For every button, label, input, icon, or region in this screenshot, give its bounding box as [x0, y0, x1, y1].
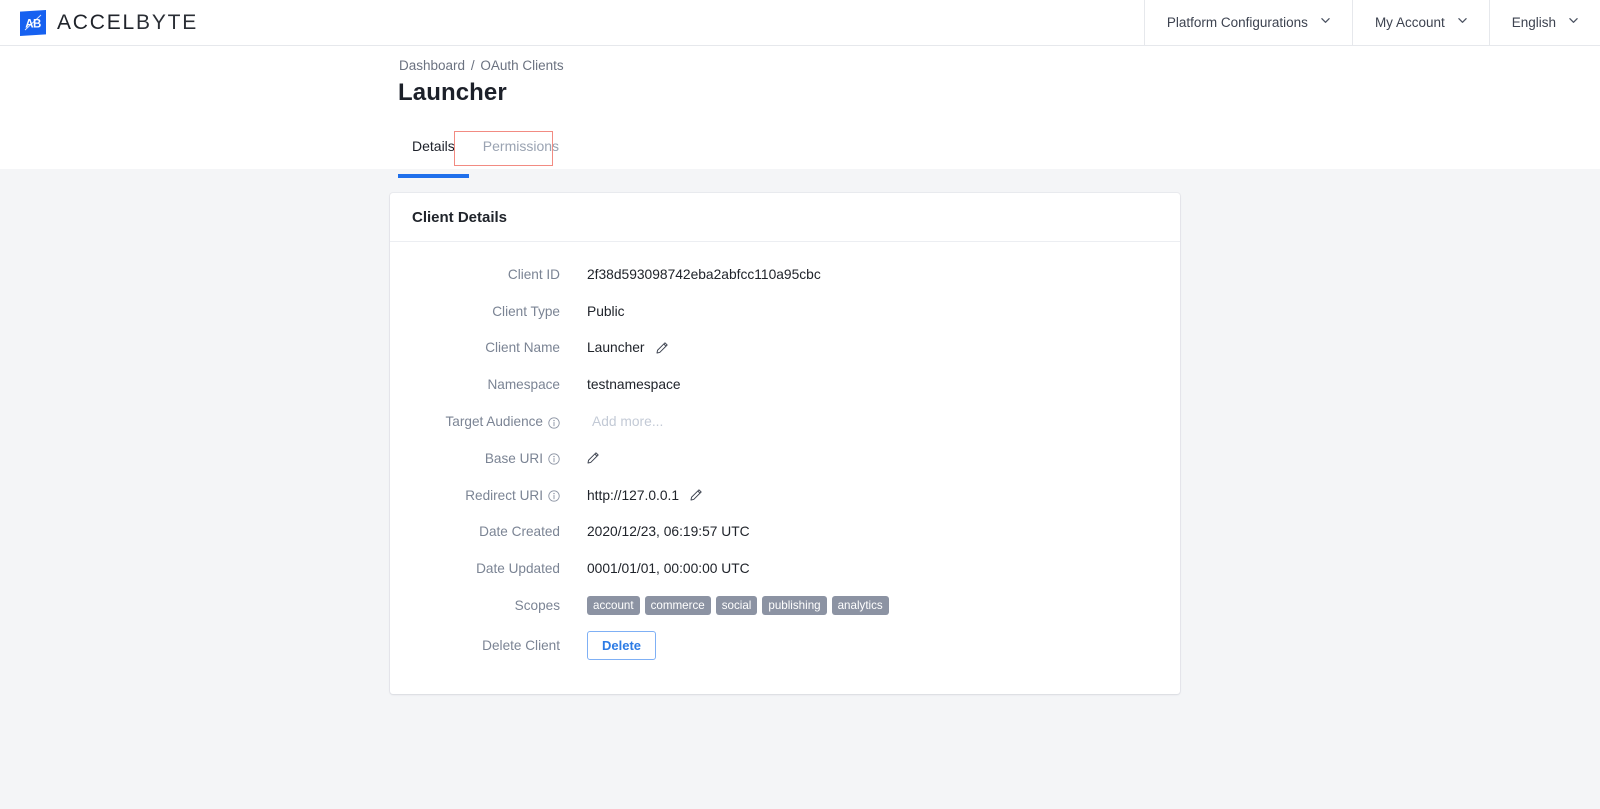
nav-item-my-account[interactable]: My Account [1351, 0, 1489, 46]
tab-details[interactable]: Details [398, 126, 469, 178]
field-value-redirect-uri: http://127.0.0.1 [570, 484, 1180, 506]
field-label: Date Updated [390, 561, 570, 576]
field-label: Base URI [390, 451, 570, 466]
delete-button[interactable]: Delete [587, 631, 657, 661]
table-row: Namespace testnamespace [390, 366, 1180, 403]
brand-name-light: BYTE [136, 10, 199, 34]
target-audience-placeholder: Add more... [592, 414, 664, 430]
scope-badge-list: account commerce social publishing analy… [587, 596, 889, 616]
table-row: Base URI [390, 440, 1180, 477]
field-label-text: Target Audience [445, 414, 544, 430]
client-details-fields: Client ID 2f38d593098742eba2abfcc110a95c… [390, 242, 1180, 694]
field-value-text: 2020/12/23, 06:19:57 UTC [587, 524, 750, 540]
field-label: Delete Client [390, 638, 570, 653]
nav-item-label: English [1511, 15, 1556, 30]
table-row: Delete Client Delete [390, 624, 1180, 668]
field-label-text: Scopes [514, 598, 560, 614]
info-icon[interactable] [548, 453, 560, 466]
table-row: Client ID 2f38d593098742eba2abfcc110a95c… [390, 256, 1180, 293]
field-value-scopes: account commerce social publishing analy… [570, 595, 1180, 617]
field-label: Date Created [390, 524, 570, 539]
page-header-band: Dashboard / OAuth Clients Launcher Detai… [0, 46, 1600, 178]
breadcrumb-item-dashboard[interactable]: Dashboard [399, 58, 465, 73]
field-label-text: Date Created [479, 524, 560, 540]
edit-pencil-icon[interactable] [586, 451, 600, 465]
field-value-base-uri [570, 447, 1180, 469]
field-label: Scopes [390, 598, 570, 613]
field-value-target-audience[interactable]: Add more... [570, 411, 1180, 433]
field-value-text: 0001/01/01, 00:00:00 UTC [587, 561, 750, 577]
accelbyte-logo-icon: AB [20, 9, 46, 36]
table-row: Target Audience Add more... [390, 403, 1180, 440]
tab-label: Details [412, 138, 455, 154]
field-label-text: Client ID [507, 266, 560, 282]
field-label: Namespace [390, 377, 570, 392]
nav-item-platform-configurations[interactable]: Platform Configurations [1143, 0, 1352, 46]
table-row: Date Updated 0001/01/01, 00:00:00 UTC [390, 550, 1180, 587]
field-value-client-id: 2f38d593098742eba2abfcc110a95cbc [570, 263, 1180, 285]
status-badge: commerce [644, 596, 711, 616]
chevron-down-icon [1569, 16, 1578, 25]
breadcrumb-separator: / [470, 58, 475, 73]
field-label-text: Base URI [484, 450, 543, 466]
table-row: Redirect URI http://127.0.0.1 [390, 477, 1180, 514]
status-badge: analytics [831, 596, 889, 616]
table-row: Client Type Public [390, 293, 1180, 330]
field-label-text: Delete Client [482, 638, 560, 654]
field-label: Target Audience [390, 414, 570, 429]
svg-text:AB: AB [25, 18, 41, 30]
tab-label: Permissions [482, 138, 560, 154]
field-value-text: Launcher [587, 340, 645, 356]
field-value-text: testnamespace [587, 377, 681, 393]
field-label: Client ID [390, 267, 570, 282]
field-label-text: Client Name [485, 340, 560, 356]
field-label: Redirect URI [390, 488, 570, 503]
nav-item-label: My Account [1374, 15, 1445, 30]
nav-item-language[interactable]: English [1488, 0, 1600, 46]
field-value-client-name: Launcher [570, 337, 1180, 359]
field-label-text: Date Updated [476, 561, 560, 577]
chevron-down-icon [1321, 16, 1330, 25]
table-row: Client Name Launcher [390, 330, 1180, 367]
field-value-text: Public [587, 303, 625, 319]
field-value-date-created: 2020/12/23, 06:19:57 UTC [570, 521, 1180, 543]
field-value-text: 2f38d593098742eba2abfcc110a95cbc [587, 266, 821, 282]
field-value-namespace: testnamespace [570, 374, 1180, 396]
status-badge: social [715, 596, 758, 616]
breadcrumb-item-oauth-clients[interactable]: OAuth Clients [480, 58, 563, 73]
brand-name-bold: ACCEL [57, 10, 137, 34]
chevron-down-icon [1457, 16, 1467, 25]
edit-pencil-icon[interactable] [655, 341, 669, 355]
table-row: Scopes account commerce social publishin… [390, 587, 1180, 624]
table-row: Date Created 2020/12/23, 06:19:57 UTC [390, 514, 1180, 551]
field-label-text: Namespace [487, 377, 560, 393]
brand-logo[interactable]: AB ACCELBYTE [0, 9, 198, 36]
edit-pencil-icon[interactable] [689, 488, 703, 502]
info-icon[interactable] [548, 490, 560, 502]
field-value-delete: Delete [570, 631, 1180, 661]
tab-permissions[interactable]: Permissions [469, 126, 573, 167]
brand-name: ACCELBYTE [57, 11, 198, 35]
tab-bar: Details Permissions [398, 126, 573, 178]
header-nav: Platform Configurations My Account Engli… [1143, 0, 1600, 46]
status-badge: account [587, 596, 640, 616]
field-label-text: Redirect URI [465, 487, 543, 503]
field-label: Client Name [390, 340, 570, 355]
client-details-card: Client Details Client ID 2f38d593098742e… [390, 193, 1180, 694]
status-badge: publishing [762, 596, 827, 616]
field-label: Client Type [390, 304, 570, 319]
field-label-text: Client Type [492, 303, 560, 319]
field-value-date-updated: 0001/01/01, 00:00:00 UTC [570, 558, 1180, 580]
info-icon[interactable] [548, 416, 560, 429]
nav-item-label: Platform Configurations [1166, 15, 1308, 30]
breadcrumb: Dashboard / OAuth Clients [399, 58, 564, 73]
tab-active-underline [398, 174, 469, 178]
page-title: Launcher [398, 79, 507, 106]
top-header-bar: AB ACCELBYTE Platform Configurations My … [0, 0, 1600, 46]
field-value-client-type: Public [570, 300, 1180, 322]
card-title: Client Details [390, 193, 1180, 242]
field-value-text: http://127.0.0.1 [587, 487, 680, 503]
